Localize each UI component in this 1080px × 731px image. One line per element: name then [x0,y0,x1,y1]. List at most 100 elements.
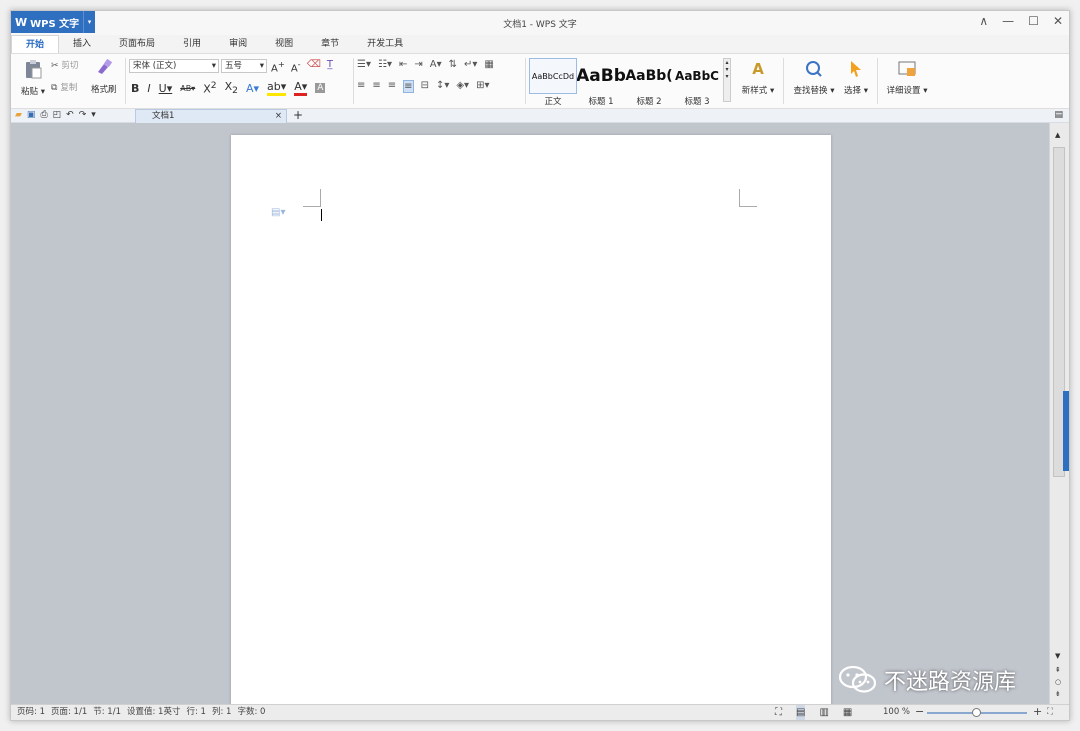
wechat-icon [838,665,877,693]
bullet-list-icon[interactable]: ☰▾ [357,59,371,70]
fit-window-icon[interactable]: ⛶ [1047,705,1053,720]
web-view-icon[interactable]: ▦ [843,705,852,720]
open-folder-icon[interactable]: ▰ [15,110,22,120]
status-pages[interactable]: 页面: 1/1 [51,705,87,720]
superscript-icon[interactable]: X2 [203,80,216,96]
numbered-list-icon[interactable]: ☷▾ [378,59,392,70]
increase-indent-icon[interactable]: ⇥ [414,59,422,70]
minimize-button[interactable]: — [1002,14,1014,28]
margin-corner-tl [303,189,321,207]
style-heading-3[interactable]: AaBbC [673,58,721,94]
document-tab[interactable]: 文档1 × [135,109,287,123]
tab-references[interactable]: 引用 [169,35,215,53]
tab-view[interactable]: 视图 [261,35,307,53]
page-view-icon[interactable]: ▤ [796,705,806,720]
font-size-select[interactable]: 五号 ▾ [221,59,267,73]
font-name-select[interactable]: 宋体 (正文) ▾ [129,59,219,73]
document-page[interactable]: ▤▾ [231,135,831,720]
shading-icon[interactable]: ◈▾ [456,80,469,93]
close-icon[interactable]: × [275,110,282,123]
new-style-button[interactable]: A 新样式 ▾ [737,60,779,96]
format-painter-button[interactable]: 格式刷 [91,58,117,95]
underline-icon[interactable]: U▾ [159,82,173,95]
customize-chevron-icon[interactable]: ▾ [91,110,96,120]
zoom-in-icon[interactable]: + [1033,704,1042,719]
paste-button[interactable]: 粘贴 ▾ [19,58,47,97]
zoom-out-icon[interactable]: − [915,704,924,719]
redo-icon[interactable]: ↷ [79,110,87,120]
font-color-icon[interactable]: A▾ [294,80,308,97]
status-position[interactable]: 设置值: 1英寸 [127,705,180,720]
next-page-icon[interactable]: ⇟ [1055,690,1061,698]
status-row[interactable]: 行: 1 [186,705,205,720]
zoom-level[interactable]: 100 % [883,705,910,720]
shrink-font-icon[interactable]: A- [291,59,301,74]
new-tab-button[interactable]: + [293,108,303,122]
style-normal-preview: AaBbCcDd [531,71,575,81]
tab-chapter[interactable]: 章节 [307,35,353,53]
outline-view-icon[interactable]: ▥ [819,705,828,720]
detail-settings-button[interactable]: 详细设置 ▾ [883,60,931,96]
style-heading-2[interactable]: AaBb( [625,58,673,94]
style-heading-1[interactable]: AaBb [577,58,625,94]
grow-font-icon[interactable]: A+ [271,59,285,74]
find-replace-button[interactable]: 查找替换 ▾ [791,60,837,96]
style-heading-1-preview: AaBb [577,66,625,86]
save-icon[interactable]: ▣ [27,110,36,120]
maximize-button[interactable]: ☐ [1028,14,1039,28]
watermark-text: 不迷路资源库 [884,670,1017,695]
cut-label: 剪切 [61,61,79,71]
phonetic-icon[interactable]: T̲ [327,59,333,74]
ribbon-toggle-icon[interactable]: ▤ [1054,110,1063,120]
styles-scroll[interactable]: ▴ ▾ ▾ [723,58,731,102]
decrease-indent-icon[interactable]: ⇤ [399,59,407,70]
paragraph-handle-icon[interactable]: ▤▾ [271,207,285,218]
subscript-icon[interactable]: X2 [225,80,238,96]
prev-page-icon[interactable]: ⇞ [1055,666,1061,674]
border-icon[interactable]: ⊞▾ [476,80,489,93]
scroll-up-icon[interactable]: ▲ [1055,131,1060,139]
select-browse-icon[interactable]: ○ [1055,678,1061,686]
align-left-icon[interactable]: ≡ [357,80,365,93]
status-page-num[interactable]: 页码: 1 [17,705,45,720]
clear-format-icon[interactable]: ⌫ [307,59,321,74]
ribbon-collapse-button[interactable]: ∧ [979,14,988,28]
status-col[interactable]: 列: 1 [212,705,231,720]
text-effect-icon[interactable]: A▾ [246,82,259,95]
bold-icon[interactable]: B [131,82,139,95]
select-button[interactable]: 选择 ▾ [841,60,871,96]
zoom-slider-knob[interactable] [972,708,981,717]
justify-icon[interactable]: ≡ [403,80,414,93]
highlight-icon[interactable]: ab▾ [267,80,287,97]
tab-insert[interactable]: 插入 [59,35,105,53]
copy-button[interactable]: ⧉ 复制 [51,81,77,93]
italic-icon[interactable]: I [147,82,150,95]
ribbon-home: 粘贴 ▾ ✂ 剪切 ⧉ 复制 格式刷 宋体 (正文) ▾ 五号 ▾ A+ A- ⌫ … [11,53,1069,109]
tab-developer[interactable]: 开发工具 [353,35,417,53]
print-preview-icon[interactable]: ◰ [53,110,62,120]
undo-icon[interactable]: ↶ [66,110,74,120]
fullscreen-icon[interactable]: ⛶ [775,705,782,720]
tab-page-layout[interactable]: 页面布局 [105,35,169,53]
scroll-down-icon[interactable]: ▼ [1055,652,1060,660]
strikethrough-icon[interactable]: AB▾ [180,84,195,93]
cut-button[interactable]: ✂ 剪切 [51,59,78,71]
print-icon[interactable]: ⎙ [40,110,47,120]
table-grid-icon[interactable]: ▦ [484,59,493,70]
status-words[interactable]: 字数: 0 [237,705,265,720]
status-section[interactable]: 节: 1/1 [93,705,121,720]
side-panel-toggle[interactable] [1063,391,1069,471]
close-button[interactable]: ✕ [1053,14,1063,28]
char-shading-icon[interactable]: A [315,83,326,94]
tab-review[interactable]: 审阅 [215,35,261,53]
tab-home[interactable]: 开始 [11,35,60,53]
asian-layout-icon[interactable]: A▾ [430,59,442,70]
show-marks-icon[interactable]: ↵▾ [464,59,477,70]
sort-icon[interactable]: ⇅ [449,59,457,70]
line-spacing-icon[interactable]: ↕▾ [436,80,449,93]
align-right-icon[interactable]: ≡ [388,80,396,93]
style-normal[interactable]: AaBbCcDd [529,58,577,94]
align-center-icon[interactable]: ≡ [372,80,380,93]
vertical-scrollbar[interactable]: ▲ ▼ ⇞ ○ ⇟ [1049,123,1069,704]
distribute-icon[interactable]: ⊟ [421,80,429,93]
